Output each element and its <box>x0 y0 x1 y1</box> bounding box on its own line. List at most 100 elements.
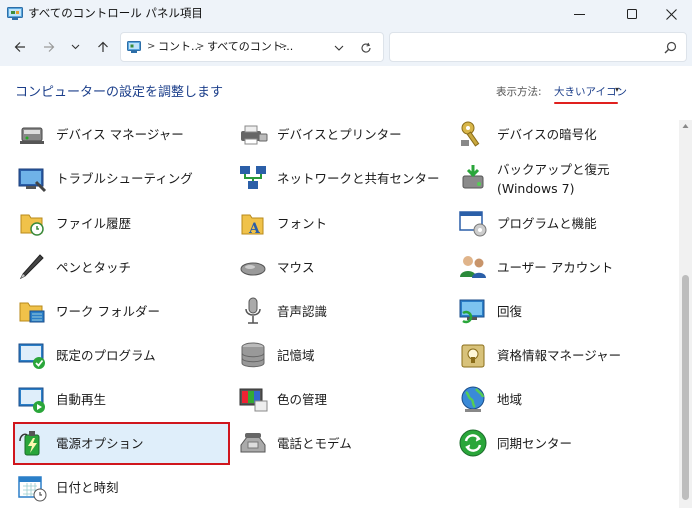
backup-icon <box>462 165 484 189</box>
chevron-down-icon <box>71 44 79 50</box>
item-label: 回復 <box>497 303 523 319</box>
item-troubleshooting[interactable]: トラブルシューティング <box>16 158 226 198</box>
item-label: 自動再生 <box>56 391 107 407</box>
search-icon <box>664 41 677 54</box>
control-panel-icon <box>127 41 141 53</box>
item-label: デバイス マネージャー <box>56 126 184 142</box>
arrow-right-icon <box>44 42 55 52</box>
item-phone-modem[interactable]: 電話とモデム <box>237 423 447 463</box>
item-date-time[interactable]: 日付と時刻 <box>16 467 226 507</box>
breadcrumb-separator[interactable]: > <box>196 41 204 52</box>
item-default-programs[interactable]: 既定のプログラム <box>16 335 226 375</box>
item-device-encryption[interactable]: デバイスの暗号化 <box>457 114 667 154</box>
vertical-scrollbar[interactable] <box>679 120 692 508</box>
key-icon <box>461 121 480 147</box>
minimize-icon <box>573 13 585 15</box>
item-programs-features[interactable]: プログラムと機能 <box>457 203 667 243</box>
item-label: プログラムと機能 <box>497 215 597 231</box>
caret-down-icon[interactable]: ▾ <box>615 85 619 94</box>
item-network-sharing[interactable]: ネットワークと共有センター <box>237 158 447 198</box>
users-icon <box>460 256 486 278</box>
color-icon <box>239 388 268 412</box>
network-icon <box>240 166 266 189</box>
sync-icon <box>459 429 487 457</box>
item-label: ワーク フォルダー <box>56 303 160 319</box>
item-fonts[interactable]: A フォント <box>237 203 447 243</box>
item-label: 電話とモデム <box>277 435 352 451</box>
mouse-icon <box>240 262 266 276</box>
microphone-icon <box>245 297 261 324</box>
arrow-left-icon <box>14 42 25 52</box>
item-pen-touch[interactable]: ペンとタッチ <box>16 247 226 287</box>
item-label: 色の管理 <box>277 391 328 407</box>
item-label: フォント <box>277 215 328 231</box>
item-work-folders[interactable]: ワーク フォルダー <box>16 291 226 331</box>
page-title: コンピューターの設定を調整します <box>15 85 224 100</box>
power-icon <box>19 431 40 456</box>
troubleshoot-icon <box>18 168 47 193</box>
arrow-up-icon <box>98 41 108 52</box>
item-file-history[interactable]: ファイル履歴 <box>16 203 226 243</box>
scrollbar-thumb[interactable] <box>682 275 689 500</box>
red-underline-annotation <box>554 102 618 104</box>
maximize-icon <box>627 9 637 19</box>
item-backup-restore[interactable]: バックアップと復元 (Windows 7) <box>457 158 667 198</box>
item-speech-recognition[interactable]: 音声認識 <box>237 291 447 331</box>
item-label: ネットワークと共有センター <box>277 170 440 186</box>
breadcrumb-control-panel[interactable]: コント... <box>158 40 202 54</box>
programs-icon <box>459 211 487 237</box>
autoplay-icon <box>18 387 45 413</box>
calendar-icon <box>18 476 47 502</box>
item-label: マウス <box>277 259 315 275</box>
item-label: ファイル履歴 <box>56 215 132 231</box>
item-label: デバイスとプリンター <box>277 126 402 142</box>
chevron-down-icon <box>334 45 344 51</box>
item-label: バックアップと復元 (Windows 7) <box>497 162 610 196</box>
refresh-button[interactable] <box>358 40 374 56</box>
item-recovery[interactable]: 回復 <box>457 291 667 331</box>
back-button[interactable] <box>9 37 31 57</box>
address-field[interactable]: > コント... > すべてのコント... > <box>120 32 384 62</box>
forward-button[interactable] <box>38 37 60 57</box>
item-sync-center[interactable]: 同期センター <box>457 423 667 463</box>
title-bar: すべてのコントロール パネル項目 <box>0 0 692 28</box>
item-color-management[interactable]: 色の管理 <box>237 379 447 419</box>
item-autoplay[interactable]: 自動再生 <box>16 379 226 419</box>
device-manager-icon <box>20 127 44 144</box>
refresh-icon <box>361 42 371 53</box>
item-power-options[interactable]: 電源オプション <box>16 423 226 463</box>
scroll-up-icon[interactable] <box>682 123 689 129</box>
minimize-button[interactable] <box>556 0 602 28</box>
up-button[interactable] <box>92 37 114 57</box>
address-dropdown-button[interactable] <box>331 40 347 56</box>
item-devices-printers[interactable]: デバイスとプリンター <box>237 114 447 154</box>
control-panel-icon <box>7 7 23 20</box>
item-label: 音声認識 <box>277 303 328 319</box>
item-user-accounts[interactable]: ユーザー アカウント <box>457 247 667 287</box>
credential-icon <box>461 344 485 368</box>
item-storage-spaces[interactable]: 記憶域 <box>237 335 447 375</box>
item-label: ペンとタッチ <box>56 259 132 275</box>
item-label: 既定のプログラム <box>56 347 156 363</box>
recent-locations-button[interactable] <box>64 37 86 57</box>
address-toolbar: > コント... > すべてのコント... > <box>0 28 692 66</box>
item-label: トラブルシューティング <box>56 170 193 186</box>
item-label: 同期センター <box>497 435 573 451</box>
default-programs-icon <box>18 343 45 369</box>
item-label: 日付と時刻 <box>56 479 119 495</box>
item-label: 資格情報マネージャー <box>497 347 622 363</box>
breadcrumb-separator[interactable]: > <box>279 41 287 52</box>
window-title: すべてのコントロール パネル項目 <box>28 6 203 20</box>
search-input[interactable] <box>389 32 687 62</box>
item-device-manager[interactable]: デバイス マネージャー <box>16 114 226 154</box>
item-label: デバイスの暗号化 <box>497 126 597 142</box>
content-header: コンピューターの設定を調整します 表示方法: 大きいアイコン ▾ <box>0 66 692 120</box>
breadcrumb-separator[interactable]: > <box>147 41 155 52</box>
work-folder-icon <box>19 302 45 323</box>
close-button[interactable] <box>648 0 692 28</box>
item-mouse[interactable]: マウス <box>237 247 447 287</box>
item-region[interactable]: 地域 <box>457 379 667 419</box>
storage-icon <box>241 342 265 368</box>
item-credential-manager[interactable]: 資格情報マネージャー <box>457 335 667 375</box>
fonts-icon: A <box>241 214 264 237</box>
